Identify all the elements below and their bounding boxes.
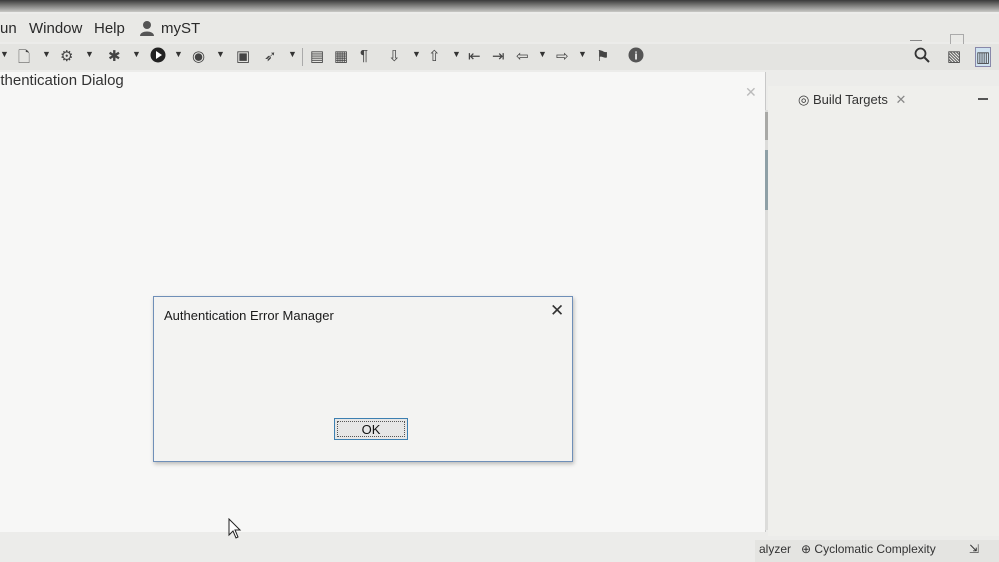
dropdown-arrow-icon[interactable]: ▼ xyxy=(42,49,51,59)
menu-run[interactable]: un xyxy=(0,20,17,37)
cyclomatic-label: Cyclomatic Complexity xyxy=(814,542,936,556)
top-edge-strip xyxy=(0,0,999,12)
menu-help[interactable]: Help xyxy=(94,20,125,37)
minimize-view-icon[interactable] xyxy=(978,98,988,100)
dropdown-arrow-icon[interactable]: ▼ xyxy=(452,49,461,59)
build-targets-panel: ◎ Build Targets ✕ xyxy=(768,86,999,536)
external-tools-icon[interactable]: ◉ xyxy=(192,47,205,65)
dropdown-arrow-icon[interactable]: ▼ xyxy=(216,49,225,59)
svg-text:i: i xyxy=(634,51,637,63)
build-icon[interactable]: ⚙ xyxy=(60,47,73,65)
rocket-icon[interactable]: ➶ xyxy=(264,47,277,65)
pin-icon[interactable]: ⇥ xyxy=(492,47,505,65)
run-icon[interactable] xyxy=(150,47,166,67)
target-icon: ◎ xyxy=(798,92,810,107)
menu-window[interactable]: Window xyxy=(29,20,82,37)
mouse-cursor-icon xyxy=(228,517,242,545)
close-icon[interactable]: ✕ xyxy=(745,84,757,101)
close-window-icon[interactable] xyxy=(986,34,998,44)
dropdown-arrow-icon[interactable]: ▼ xyxy=(0,49,9,59)
close-icon[interactable]: ✕ xyxy=(896,92,907,107)
perspective-icon[interactable]: ▧ xyxy=(947,47,961,65)
search-icon[interactable] xyxy=(914,47,930,68)
previous-annotation-icon[interactable]: ⇧ xyxy=(428,47,441,65)
paragraph-icon[interactable]: ¶ xyxy=(360,47,368,64)
close-icon[interactable]: ✕ xyxy=(550,301,564,321)
ok-button[interactable]: OK xyxy=(334,418,408,440)
flag-icon[interactable]: ⚑ xyxy=(596,47,609,65)
cyclomatic-icon: ⊕ xyxy=(801,542,812,556)
dropdown-arrow-icon[interactable]: ▼ xyxy=(288,49,297,59)
back-icon[interactable]: ⇦ xyxy=(516,47,529,65)
table-icon[interactable]: ▦ xyxy=(334,47,348,65)
info-icon[interactable]: i xyxy=(628,47,644,67)
bottom-view-bar: alyzer ⊕ Cyclomatic Complexity ⇲ xyxy=(755,540,999,562)
dropdown-arrow-icon[interactable]: ▼ xyxy=(578,49,587,59)
dropdown-arrow-icon[interactable]: ▼ xyxy=(538,49,547,59)
menu-bar: un Window Help myST xyxy=(0,14,999,46)
dropdown-arrow-icon[interactable]: ▼ xyxy=(132,49,141,59)
next-annotation-icon[interactable]: ⇩ xyxy=(388,47,401,65)
editor-tab-title[interactable]: uthentication Dialog xyxy=(0,72,124,89)
toggle-view-icon[interactable]: ▤ xyxy=(310,47,324,65)
authentication-error-dialog: Authentication Error Manager ✕ OK xyxy=(153,296,573,462)
new-c-file-icon[interactable]: 🗋 xyxy=(18,47,30,72)
cyclomatic-tab[interactable]: ⊕ Cyclomatic Complexity xyxy=(801,542,936,556)
debug-icon[interactable]: ✱ xyxy=(108,47,121,65)
analyzer-tab-label[interactable]: alyzer xyxy=(759,542,791,556)
main-toolbar: ▼ 🗋 ▼ ⚙ ▼ ✱ ▼ ▼ ◉ ▼ ▣ ➶ ▼ ▤ ▦ ¶ ⇩ ▼ ⇧ ▼ … xyxy=(0,44,999,70)
menu-user[interactable]: myST xyxy=(161,20,200,37)
dropdown-arrow-icon[interactable]: ▼ xyxy=(412,49,421,59)
dialog-title: Authentication Error Manager xyxy=(164,308,334,323)
package-icon[interactable]: ▣ xyxy=(236,47,250,65)
c-perspective-icon[interactable]: ▥ xyxy=(975,47,992,67)
last-edit-icon[interactable]: ⇤ xyxy=(468,47,481,65)
view-menu-icon[interactable]: ⇲ xyxy=(969,542,979,556)
toolbar-separator xyxy=(302,48,303,66)
build-targets-tab[interactable]: ◎ Build Targets ✕ xyxy=(798,92,906,108)
dropdown-arrow-icon[interactable]: ▼ xyxy=(174,49,183,59)
dropdown-arrow-icon[interactable]: ▼ xyxy=(85,49,94,59)
build-targets-label: Build Targets xyxy=(812,92,888,107)
minimize-icon[interactable] xyxy=(910,34,922,41)
user-icon xyxy=(139,20,155,40)
forward-icon[interactable]: ⇨ xyxy=(556,47,569,65)
